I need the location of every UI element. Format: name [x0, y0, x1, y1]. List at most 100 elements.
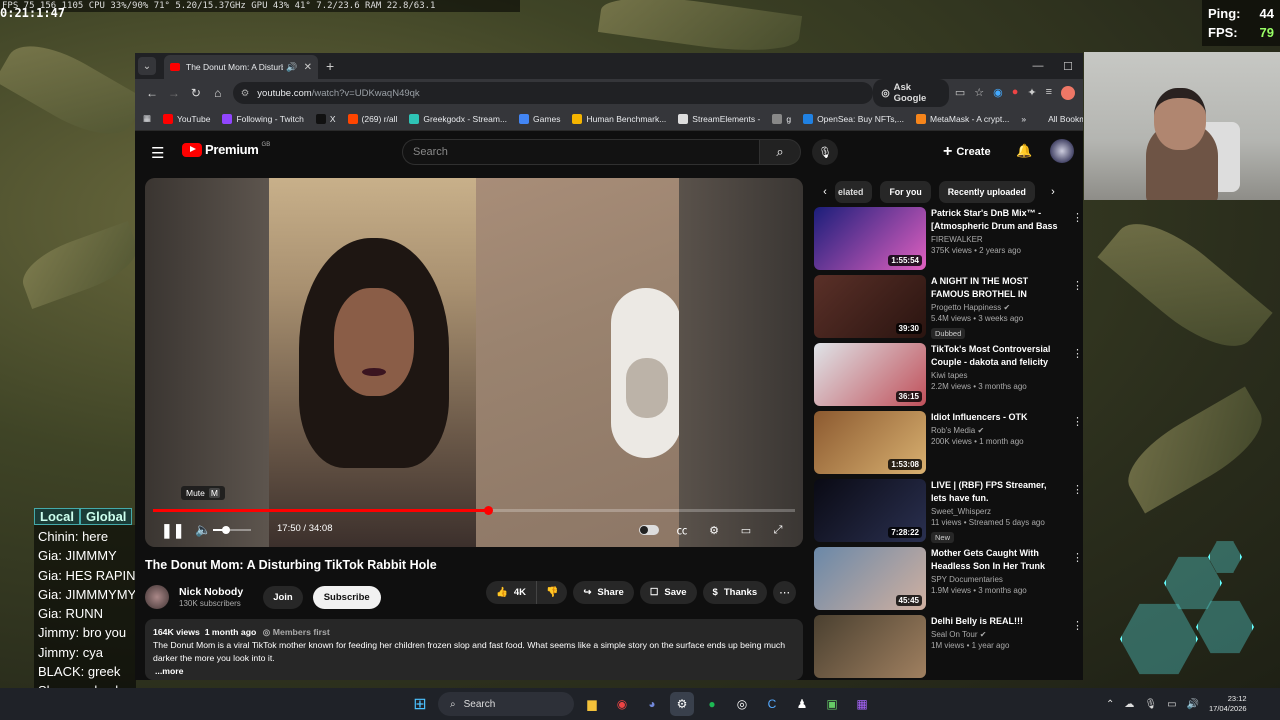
- cast-icon[interactable]: ▭: [955, 86, 965, 100]
- forward-icon[interactable]: →: [163, 86, 185, 100]
- like-button[interactable]: 👍 4K: [486, 581, 537, 604]
- chat-tab-local[interactable]: Local: [34, 508, 80, 525]
- apps-grid-icon[interactable]: ▦: [143, 113, 151, 124]
- recommended-video[interactable]: 7:28:22 LIVE | (RBF) FPS Streamer, lets h…: [814, 479, 1083, 547]
- maximize-icon[interactable]: ☐: [1053, 60, 1083, 73]
- search-input[interactable]: Search: [402, 139, 759, 165]
- puzzle-icon[interactable]: ✦: [1027, 86, 1036, 100]
- more-options-icon[interactable]: ⋮: [1072, 347, 1083, 360]
- app-icon[interactable]: C: [760, 692, 784, 716]
- recommended-title[interactable]: TikTok's Most Controversial Couple - dak…: [931, 343, 1059, 369]
- more-actions-icon[interactable]: ⋯: [773, 581, 797, 604]
- video-thumbnail[interactable]: 1:55:54: [814, 207, 926, 270]
- tab-youtube[interactable]: The Donut Mom: A Disturb 🔊 ✕: [164, 55, 318, 79]
- theater-mode-icon[interactable]: ▭: [737, 524, 755, 537]
- bookmark-star-icon[interactable]: ☆: [974, 86, 984, 100]
- pause-icon[interactable]: ❚❚: [161, 522, 184, 539]
- bookmark-item[interactable]: YouTube: [163, 113, 210, 124]
- notifications-bell-icon[interactable]: 🔔: [1016, 143, 1032, 159]
- recommended-video[interactable]: 36:15 TikTok's Most Controversial Couple …: [814, 343, 1083, 411]
- speaker-icon[interactable]: 🔊: [286, 62, 297, 73]
- bookmark-item[interactable]: MetaMask - A crypt...: [916, 113, 1009, 124]
- recommended-video[interactable]: 1:53:08 Idiot Influencers - OTK Rob's Medi…: [814, 411, 1083, 479]
- mic-icon[interactable]: 🎙: [1144, 699, 1157, 710]
- recommended-title[interactable]: Delhi Belly is REAL!!!: [931, 615, 1059, 628]
- taskbar-search[interactable]: ⌕ Search: [438, 692, 574, 716]
- bookmark-item[interactable]: g: [772, 113, 791, 124]
- recommended-channel[interactable]: Progetto Happiness ✔: [931, 303, 1059, 312]
- bookmark-item[interactable]: (269) r/all: [347, 113, 397, 124]
- chat-tab-global[interactable]: Global: [79, 508, 133, 525]
- minimize-icon[interactable]: —: [1023, 60, 1053, 72]
- video-thumbnail[interactable]: 39:30: [814, 275, 926, 338]
- chrome-icon[interactable]: ◉: [610, 692, 634, 716]
- chip-related[interactable]: elated: [835, 181, 873, 203]
- channel-name[interactable]: Nick Nobody: [179, 586, 243, 598]
- share-button[interactable]: ↪ Share: [573, 581, 634, 604]
- search-button[interactable]: ⌕: [759, 139, 801, 165]
- more-options-icon[interactable]: ⋮: [1072, 211, 1083, 224]
- recommended-video[interactable]: 39:30 A NIGHT IN THE MOST FAMOUS BROTHEL …: [814, 275, 1083, 343]
- settings-gear-icon[interactable]: ⚙: [705, 524, 723, 537]
- recommended-title[interactable]: A NIGHT IN THE MOST FAMOUS BROTHEL IN EU…: [931, 275, 1059, 301]
- app-icon[interactable]: ♟: [790, 692, 814, 716]
- subscribe-button[interactable]: Subscribe: [312, 585, 381, 609]
- file-explorer-icon[interactable]: ▆: [580, 692, 604, 716]
- join-button[interactable]: Join: [263, 585, 303, 609]
- menu-icon[interactable]: ≡: [1046, 86, 1052, 100]
- back-icon[interactable]: ←: [141, 86, 163, 100]
- bookmarks-overflow-icon[interactable]: »: [1021, 114, 1026, 124]
- site-info-icon[interactable]: ⚙: [241, 88, 250, 99]
- more-options-icon[interactable]: ⋮: [1072, 483, 1083, 496]
- more-options-icon[interactable]: ⋮: [1072, 415, 1083, 428]
- create-button[interactable]: + Create: [943, 140, 991, 164]
- recommended-channel[interactable]: Sweet_Whisperz: [931, 507, 1059, 516]
- video-thumbnail[interactable]: 1:53:08: [814, 411, 926, 474]
- bookmark-item[interactable]: Human Benchmark...: [572, 113, 666, 124]
- captions-icon[interactable]: ㏄: [673, 522, 691, 538]
- volume-icon[interactable]: 🔊: [1187, 699, 1199, 710]
- fullscreen-icon[interactable]: ⤢: [769, 524, 787, 537]
- steam-icon[interactable]: ⚙: [670, 692, 694, 716]
- account-avatar[interactable]: [1050, 139, 1074, 163]
- volume-knob[interactable]: [222, 526, 231, 534]
- video-thumbnail[interactable]: 7:28:22: [814, 479, 926, 542]
- bookmark-item[interactable]: Greekgodx - Stream...: [409, 113, 507, 124]
- all-bookmarks-folder[interactable]: All Bookma: [1048, 114, 1083, 124]
- onedrive-icon[interactable]: ☁: [1124, 699, 1134, 710]
- recommended-video[interactable]: 1:55:54 Patrick Star's DnB Mix™ - [Atmosp…: [814, 207, 1083, 275]
- more-options-icon[interactable]: ⋮: [1072, 279, 1083, 292]
- url-input[interactable]: ⚙ youtube.com/watch?v=UDKwaqN49qk: [232, 82, 874, 104]
- more-options-icon[interactable]: ⋮: [1072, 551, 1083, 564]
- extension-icon[interactable]: ◉: [993, 86, 1003, 100]
- recommended-channel[interactable]: Kiwi tapes: [931, 371, 1059, 380]
- clock[interactable]: 23:12 17/04/2026: [1209, 694, 1247, 714]
- tray-chevron-icon[interactable]: ⌃: [1106, 699, 1114, 710]
- bookmark-item[interactable]: X: [315, 113, 336, 124]
- hamburger-menu-icon[interactable]: ☰: [151, 144, 164, 162]
- bookmark-item[interactable]: Games: [519, 113, 560, 124]
- youtube-logo[interactable]: Premium GB: [182, 142, 270, 157]
- video-thumbnail[interactable]: [814, 615, 926, 678]
- channel-avatar[interactable]: [145, 585, 169, 609]
- bookmark-item[interactable]: OpenSea: Buy NFTs,...: [803, 113, 904, 124]
- recommended-channel[interactable]: SPY Documentaries: [931, 575, 1059, 584]
- chip-recently-uploaded[interactable]: Recently uploaded: [938, 181, 1035, 203]
- app-icon[interactable]: ▦: [850, 692, 874, 716]
- close-tab-icon[interactable]: ✕: [304, 62, 312, 73]
- autoplay-toggle[interactable]: [639, 525, 659, 535]
- spotify-icon[interactable]: ●: [700, 692, 724, 716]
- video-thumbnail[interactable]: 45:45: [814, 547, 926, 610]
- chip-for-you[interactable]: For you: [880, 181, 931, 203]
- more-options-icon[interactable]: ⋮: [1072, 619, 1083, 632]
- bookmark-item[interactable]: StreamElements -: [678, 113, 760, 124]
- thanks-button[interactable]: $ Thanks: [702, 581, 768, 604]
- tab-search-button[interactable]: ⌄: [138, 57, 156, 75]
- volume-icon[interactable]: 🔈: [195, 522, 211, 538]
- description-more[interactable]: ...more: [155, 665, 795, 678]
- recommended-title[interactable]: Mother Gets Caught With Headless Son In …: [931, 547, 1059, 573]
- chips-right-arrow-icon[interactable]: ›: [1043, 186, 1063, 198]
- network-icon[interactable]: ▭: [1167, 699, 1176, 710]
- app-icon[interactable]: ▣: [820, 692, 844, 716]
- extension-red-icon[interactable]: ●: [1012, 86, 1019, 100]
